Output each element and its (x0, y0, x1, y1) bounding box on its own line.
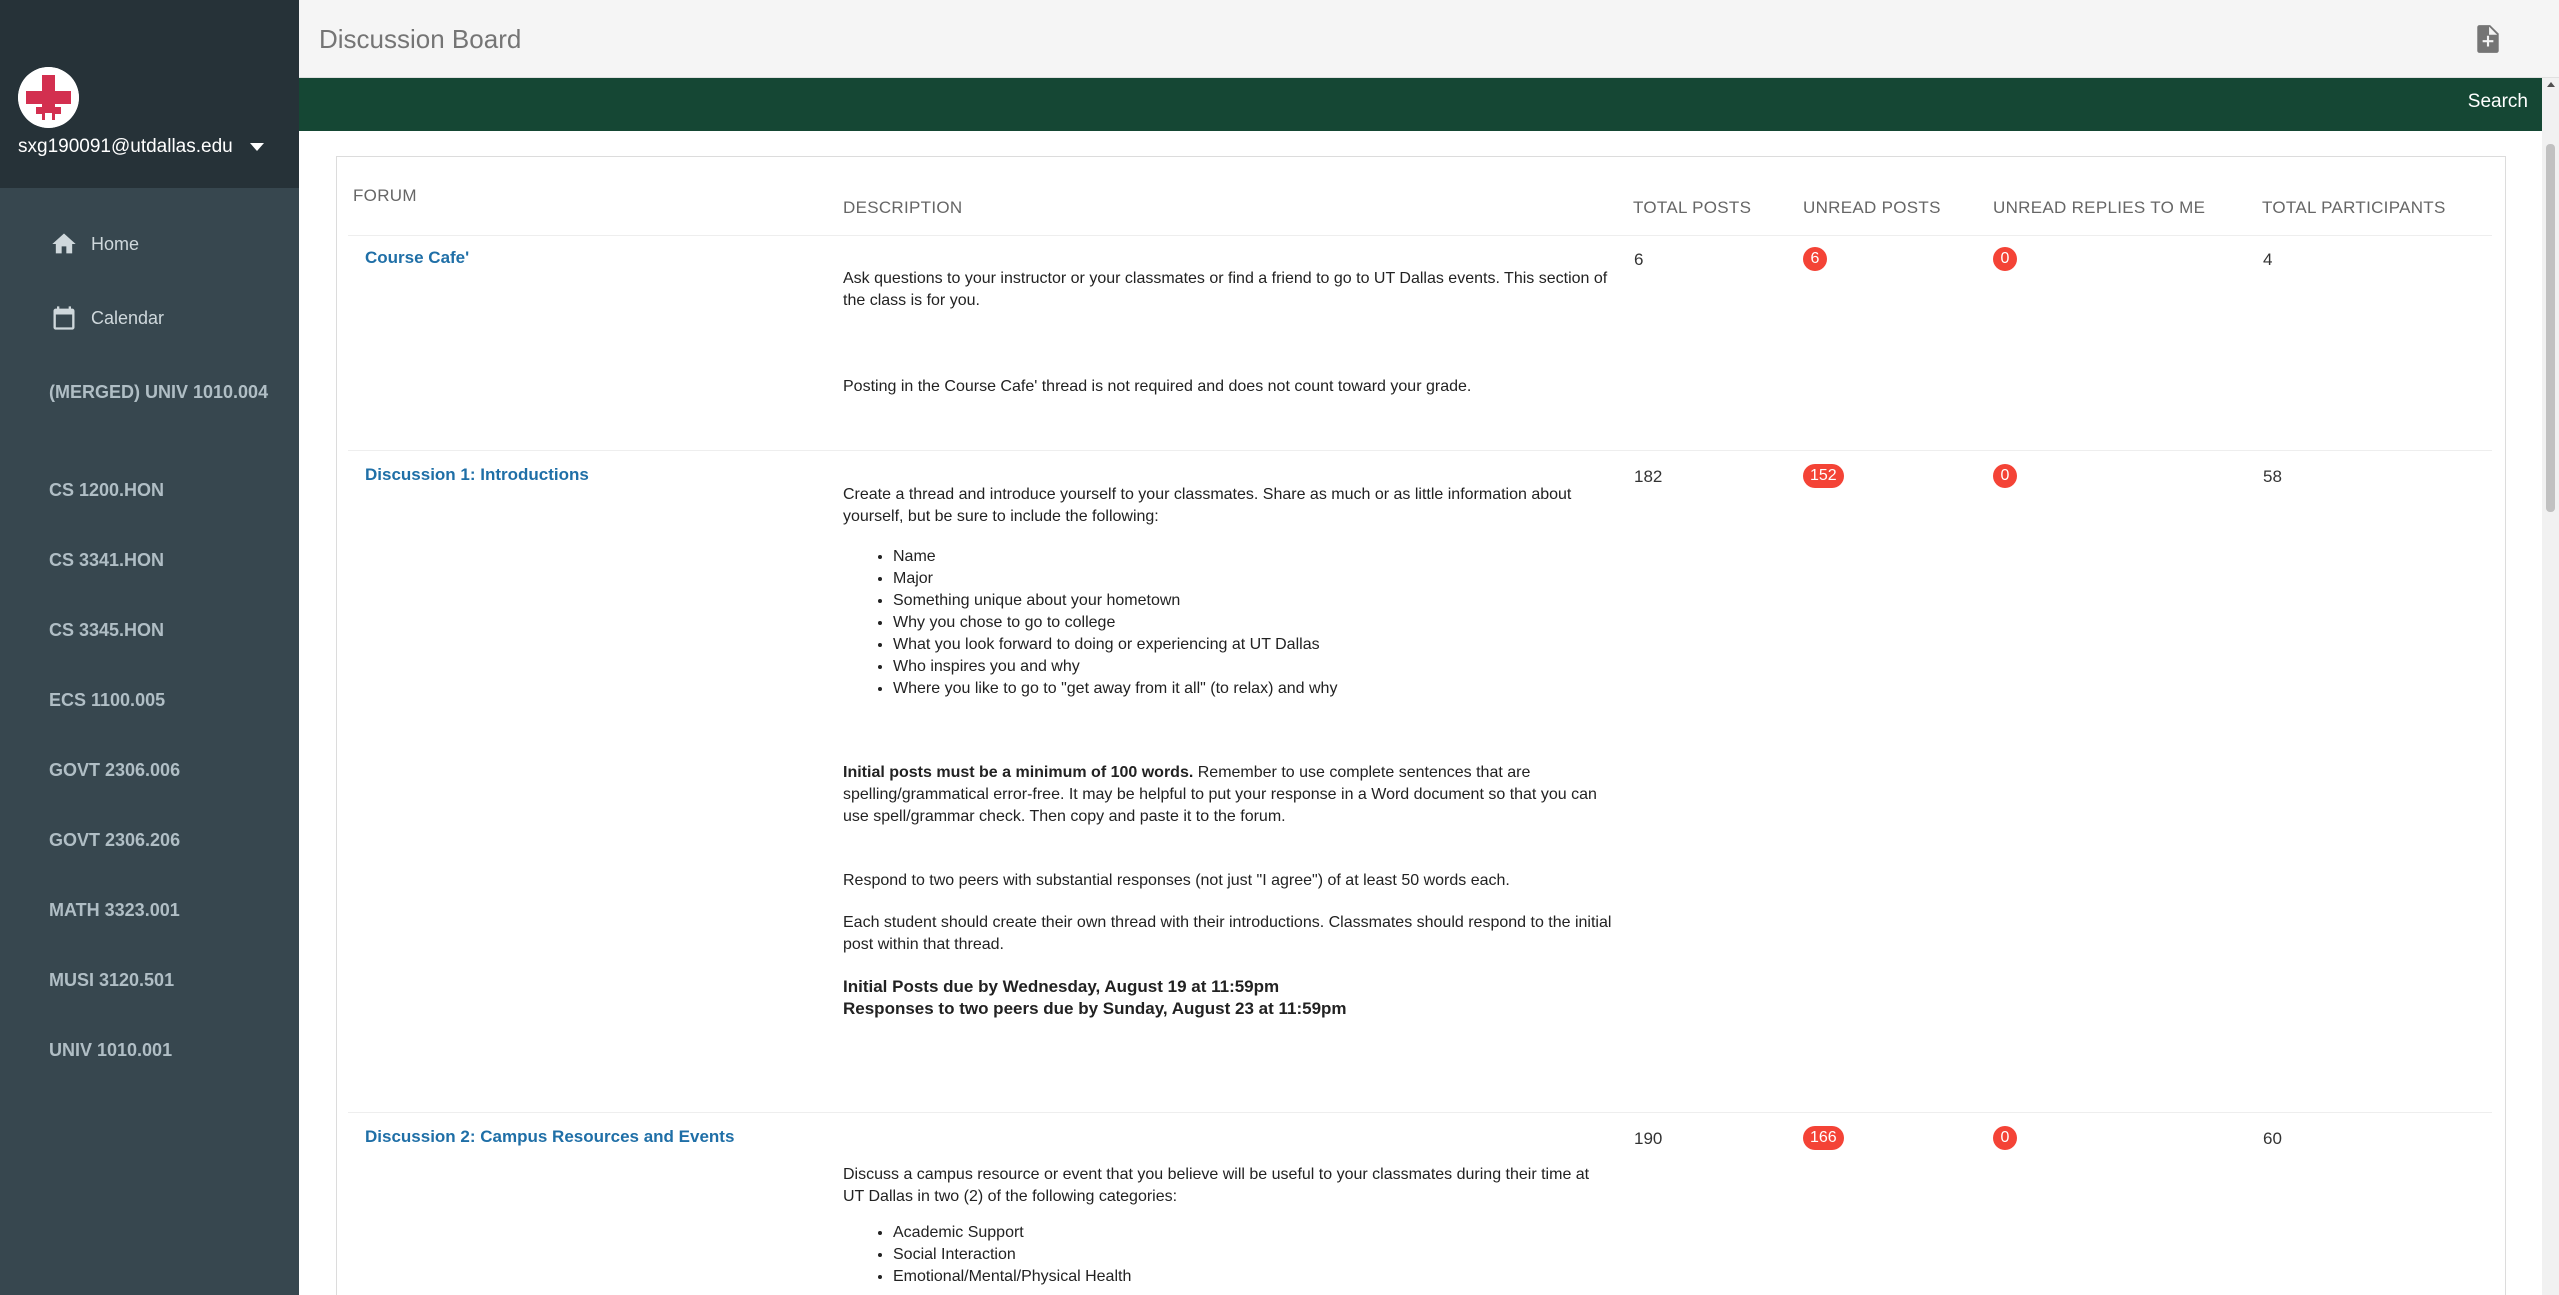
sidebar-course-item[interactable]: UNIV 1010.001 (49, 1036, 279, 1065)
total-posts-value: 190 (1634, 1129, 1663, 1148)
sidebar-course-item[interactable]: ECS 1100.005 (49, 686, 279, 715)
unread-posts-badge[interactable]: 6 (1803, 247, 1827, 271)
unread-replies-badge[interactable]: 0 (1993, 247, 2017, 271)
sidebar: sxg190091@utdallas.edu Home Calendar (ME… (0, 0, 299, 1295)
col-header-total-participants[interactable]: TOTAL PARTICIPANTS (2262, 198, 2446, 218)
new-document-icon[interactable] (2475, 24, 2501, 54)
col-header-unread-replies[interactable]: UNREAD REPLIES TO ME (1993, 198, 2205, 218)
unread-posts-badge[interactable]: 166 (1803, 1126, 1844, 1150)
sidebar-course-item[interactable]: MATH 3323.001 (49, 896, 279, 925)
bold-requirement: Initial posts must be a minimum of 100 w… (843, 764, 1194, 781)
unread-replies-badge[interactable]: 0 (1993, 1126, 2017, 1150)
sidebar-course-item[interactable]: MUSI 3120.501 (49, 966, 279, 995)
col-header-description: DESCRIPTION (843, 198, 963, 217)
home-icon (50, 230, 78, 258)
sidebar-course-item[interactable]: GOVT 2306.006 (49, 756, 279, 785)
list-item: Something unique about your hometown (893, 590, 1613, 612)
participants-value: 60 (2263, 1129, 2282, 1148)
forum-link-course-cafe[interactable]: Course Cafe' (365, 248, 469, 268)
sidebar-item-label: Home (91, 233, 140, 254)
forum-link-discussion-1[interactable]: Discussion 1: Introductions (365, 465, 589, 485)
sidebar-item-home[interactable]: Home (0, 230, 299, 258)
due-date-initial: Initial Posts due by Wednesday, August 1… (843, 977, 1280, 996)
sidebar-course-item[interactable]: GOVT 2306.206 (49, 826, 279, 855)
page-title: Discussion Board (319, 24, 522, 54)
list-item: Who inspires you and why (893, 656, 1613, 678)
participants-value: 58 (2263, 467, 2282, 486)
list-item: Name (893, 546, 1613, 568)
calendar-icon (50, 304, 78, 332)
forum-link-discussion-2[interactable]: Discussion 2: Campus Resources and Event… (365, 1127, 734, 1147)
caret-down-icon[interactable] (250, 143, 264, 151)
list-item: What you look forward to doing or experi… (893, 634, 1613, 656)
list-item: Major (893, 568, 1613, 590)
list-item: Academic Support (893, 1222, 1613, 1244)
sidebar-course-item[interactable]: CS 3341.HON (49, 546, 279, 575)
col-header-unread-posts[interactable]: UNREAD POSTS (1803, 198, 1941, 218)
description-text: Initial posts must be a minimum of 100 w… (843, 762, 1613, 828)
requirements-list: Name Major Something unique about your h… (893, 546, 1613, 700)
scroll-thumb[interactable] (2546, 144, 2555, 512)
sidebar-course-item[interactable]: CS 3345.HON (49, 616, 279, 645)
sidebar-item-label: Calendar (91, 307, 165, 328)
divider (348, 235, 2492, 236)
scroll-up-icon[interactable] (2547, 82, 2555, 87)
list-item: Where you like to go to "get away from i… (893, 678, 1613, 700)
description-text: Each student should create their own thr… (843, 914, 1612, 953)
list-item: Social Interaction (893, 1244, 1613, 1266)
search-bar: Search (299, 78, 2542, 131)
description-text: Ask questions to your instructor or your… (843, 270, 1608, 309)
description-text: Create a thread and introduce yourself t… (843, 486, 1572, 525)
participants-value: 4 (2263, 250, 2273, 269)
sidebar-course-item[interactable]: CS 1200.HON (49, 476, 279, 505)
sidebar-item-calendar[interactable]: Calendar (0, 304, 299, 332)
sidebar-course-item[interactable]: (MERGED) UNIV 1010.004 (49, 378, 279, 407)
col-header-total-posts[interactable]: TOTAL POSTS (1633, 198, 1751, 218)
list-item: Emotional/Mental/Physical Health (893, 1266, 1613, 1288)
col-header-forum[interactable]: FORUM (353, 186, 417, 206)
forum-description: Create a thread and introduce yourself t… (843, 484, 1613, 1020)
description-text: Discuss a campus resource or event that … (843, 1166, 1590, 1205)
forum-description: Ask questions to your instructor or your… (843, 268, 1613, 398)
unread-replies-badge[interactable]: 0 (1993, 464, 2017, 488)
user-email[interactable]: sxg190091@utdallas.edu (18, 136, 233, 158)
unread-posts-badge[interactable]: 152 (1803, 464, 1844, 488)
list-item: Why you chose to go to college (893, 612, 1613, 634)
total-posts-value: 182 (1634, 467, 1663, 486)
search-button[interactable]: Search (2468, 91, 2528, 113)
description-text: Respond to two peers with substantial re… (843, 872, 1510, 889)
categories-list: Academic Support Social Interaction Emot… (893, 1222, 1613, 1288)
avatar[interactable] (18, 67, 79, 128)
scrollbar[interactable] (2542, 78, 2559, 1295)
due-date-responses: Responses to two peers due by Sunday, Au… (843, 999, 1347, 1018)
divider (348, 1112, 2492, 1113)
total-posts-value: 6 (1634, 250, 1644, 269)
description-text: Posting in the Course Cafe' thread is no… (843, 378, 1472, 395)
user-panel: sxg190091@utdallas.edu (0, 0, 299, 188)
page-header: Discussion Board (299, 0, 2559, 78)
forum-description: Discuss a campus resource or event that … (843, 1164, 1613, 1288)
divider (348, 450, 2492, 451)
